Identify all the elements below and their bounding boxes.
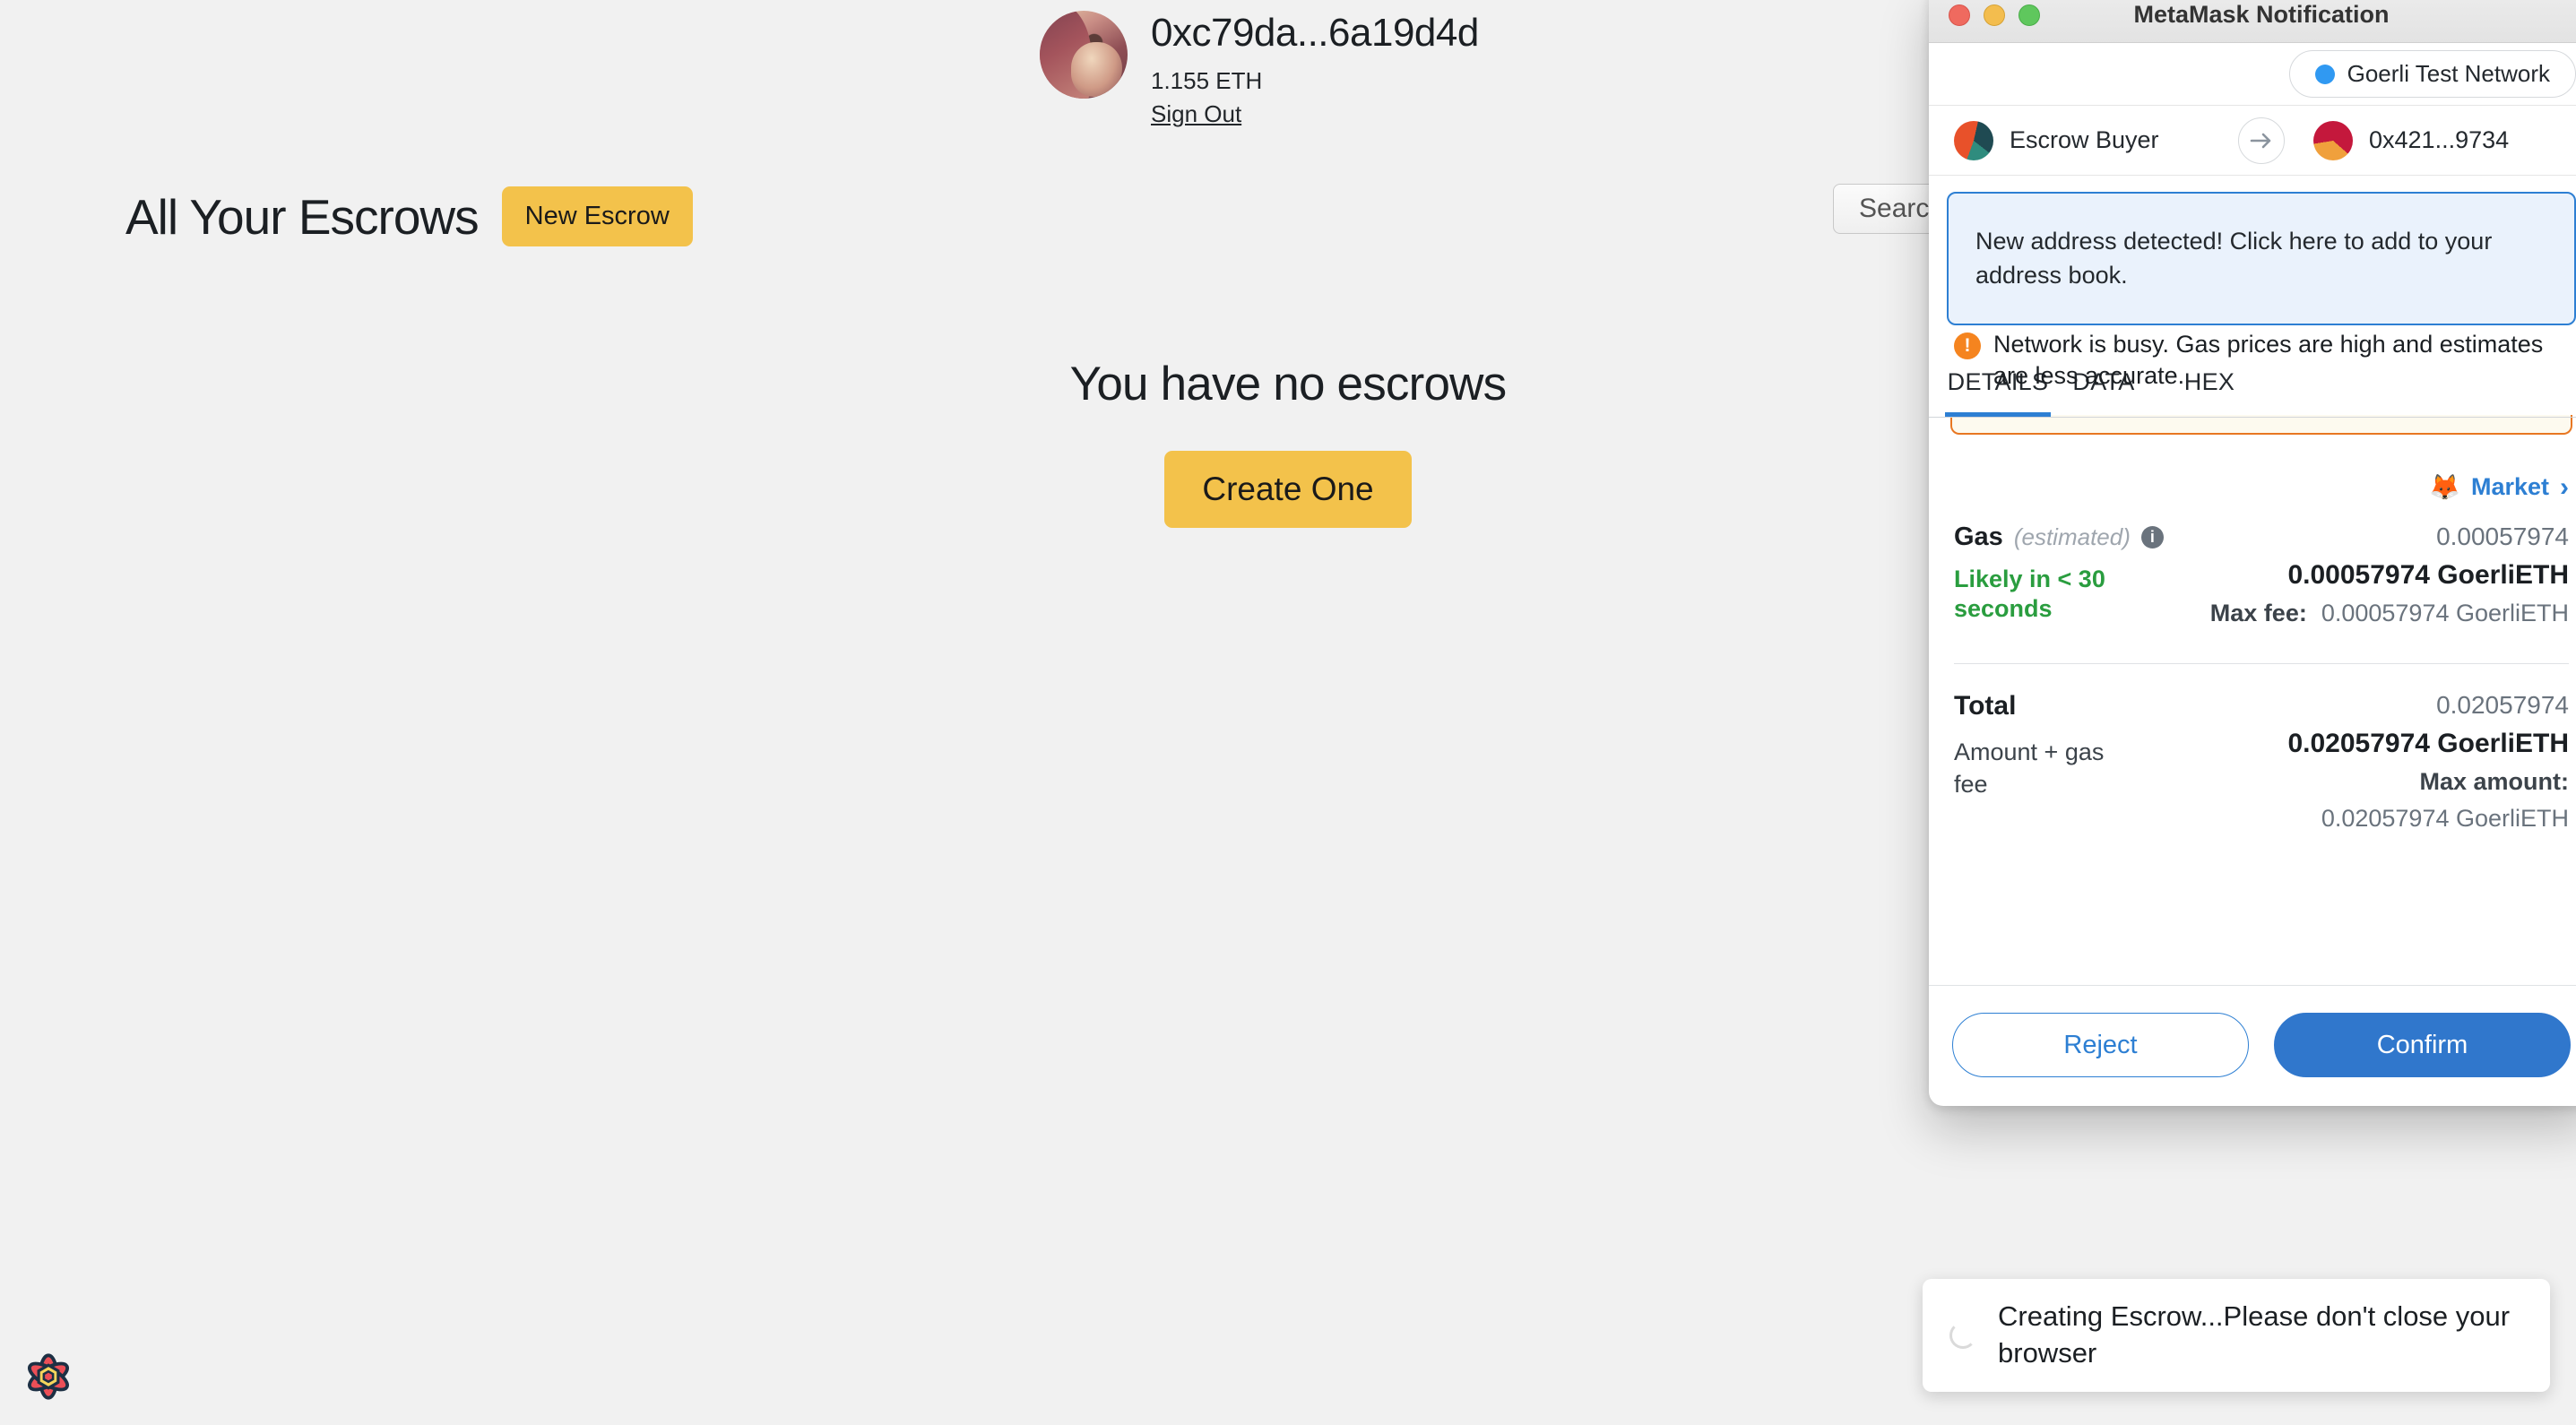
- total-sublabel: Amount + gas fee: [1954, 736, 2124, 801]
- network-status-dot-icon: [2315, 65, 2335, 84]
- page-title: All Your Escrows: [125, 188, 479, 246]
- reject-button[interactable]: Reject: [1952, 1013, 2249, 1077]
- sender-name: Escrow Buyer: [2010, 126, 2159, 154]
- warning-icon: !: [1954, 332, 1981, 359]
- network-busy-warning: ! Network is busy. Gas prices are high a…: [1954, 329, 2569, 393]
- screen: 0xc79da...6a19d4d 1.155 ETH Sign Out All…: [0, 0, 2576, 1425]
- market-label: Market: [2471, 473, 2549, 501]
- account-balance: 1.155 ETH: [1151, 67, 1479, 95]
- gas-eta: Likely in < 30 seconds: [1954, 565, 2142, 626]
- section-divider: [1954, 663, 2569, 664]
- toast-message: Creating Escrow...Please don't close you…: [1998, 1299, 2523, 1372]
- total-amount-plain: 0.02057974: [2436, 691, 2569, 720]
- empty-state-title: You have no escrows: [1070, 357, 1507, 411]
- total-row: Total Amount + gas fee 0.02057974 0.0205…: [1954, 691, 2569, 833]
- sign-out-link[interactable]: Sign Out: [1151, 100, 1241, 128]
- gas-warning-box: [1950, 415, 2572, 435]
- gas-max-fee-value: 0.00057974 GoerliETH: [2321, 600, 2569, 627]
- metamask-notification-window: MetaMask Notification Goerli Test Networ…: [1929, 0, 2576, 1106]
- network-name: Goerli Test Network: [2347, 60, 2550, 88]
- tabs-and-warning-zone: DETAILS DATA HEX ! Network is busy. Gas …: [1929, 338, 2576, 415]
- account-details: 0xc79da...6a19d4d 1.155 ETH Sign Out: [1151, 11, 1479, 128]
- transaction-details: 🦊 Market › Gas (estimated) i Likely in <…: [1929, 435, 2576, 985]
- window-titlebar: MetaMask Notification: [1929, 0, 2576, 43]
- total-label: Total: [1954, 691, 2124, 721]
- total-amount-currency: 0.02057974 GoerliETH: [2287, 729, 2569, 759]
- network-bar: Goerli Test Network: [1929, 43, 2576, 106]
- add-to-address-book-banner[interactable]: New address detected! Click here to add …: [1947, 192, 2576, 325]
- gas-max-fee-row: Max fee: 0.00057974 GoerliETH: [2210, 600, 2569, 627]
- gas-estimated-note: (estimated): [2014, 523, 2131, 551]
- recipient-block[interactable]: 0x421...9734: [2313, 121, 2569, 160]
- gas-max-fee-label: Max fee:: [2210, 600, 2307, 627]
- network-busy-warning-text: Network is busy. Gas prices are high and…: [1993, 329, 2569, 393]
- gas-fee-row: Gas (estimated) i Likely in < 30 seconds…: [1954, 522, 2569, 627]
- gas-amount-plain: 0.00057974: [2436, 522, 2569, 551]
- sender-block[interactable]: Escrow Buyer: [1954, 121, 2209, 160]
- avatar: [1040, 11, 1128, 99]
- sender-identicon-icon: [1954, 121, 1993, 160]
- fox-icon: 🦊: [2429, 472, 2460, 502]
- confirmation-footer: Reject Confirm: [1929, 985, 2576, 1106]
- new-escrow-button[interactable]: New Escrow: [502, 186, 693, 246]
- create-one-button[interactable]: Create One: [1164, 451, 1411, 528]
- network-selector[interactable]: Goerli Test Network: [2289, 50, 2576, 98]
- recipient-address: 0x421...9734: [2369, 126, 2509, 154]
- sender-recipient-bar: Escrow Buyer 0x421...9734: [1929, 106, 2576, 176]
- gas-amount-currency: 0.00057974 GoerliETH: [2287, 560, 2569, 591]
- recipient-identicon-icon: [2313, 121, 2353, 160]
- gas-label: Gas: [1954, 522, 2003, 552]
- chevron-right-icon: ›: [2560, 472, 2569, 503]
- info-icon[interactable]: i: [2141, 526, 2164, 548]
- market-gas-link[interactable]: 🦊 Market ›: [1954, 472, 2569, 503]
- arrow-right-icon: [2238, 117, 2285, 164]
- confirm-button[interactable]: Confirm: [2274, 1013, 2571, 1077]
- spinner-icon: [1949, 1322, 1976, 1349]
- app-logo-icon: [20, 1348, 77, 1405]
- account-summary: 0xc79da...6a19d4d 1.155 ETH Sign Out: [1040, 11, 1479, 128]
- escrows-header: All Your Escrows New Escrow: [125, 186, 693, 246]
- gas-label-group: Gas (estimated) i: [1954, 522, 2164, 552]
- creating-escrow-toast: Creating Escrow...Please don't close you…: [1923, 1279, 2550, 1392]
- total-max-amount-value: 0.02057974 GoerliETH: [2321, 805, 2569, 833]
- window-title: MetaMask Notification: [1929, 1, 2576, 29]
- account-address: 0xc79da...6a19d4d: [1151, 11, 1479, 56]
- total-max-amount-label: Max amount:: [2419, 768, 2569, 796]
